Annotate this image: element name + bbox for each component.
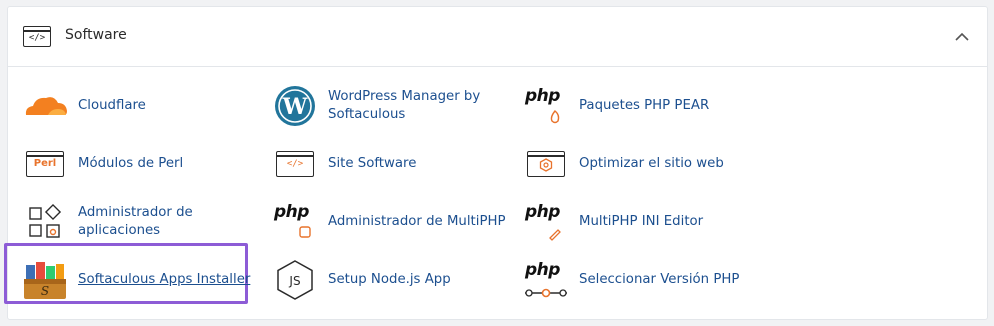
item-label[interactable]: Módulos de Perl: [78, 143, 258, 185]
item-label[interactable]: Administrador de MultiPHP: [328, 201, 508, 243]
svg-text:W: W: [282, 94, 308, 120]
cloudflare-icon: [25, 97, 67, 115]
item-label[interactable]: Optimizar el sitio web: [579, 143, 759, 185]
nodejs-icon: JS: [277, 260, 313, 300]
php-ini-icon: php: [521, 201, 571, 243]
section-header[interactable]: </> Software: [8, 7, 987, 67]
item-label[interactable]: Seleccionar Versión PHP: [579, 259, 759, 301]
item-label[interactable]: MultiPHP INI Editor: [579, 201, 759, 243]
optimize-icon: [521, 143, 571, 185]
item-label[interactable]: Cloudflare: [78, 85, 258, 127]
code-window-icon: </>: [23, 26, 51, 47]
site-software-icon: </>: [270, 143, 320, 185]
item-label[interactable]: Administrador de aplicaciones: [78, 201, 258, 243]
svg-text:S: S: [41, 284, 49, 298]
app-manager-icon: [29, 203, 62, 238]
php-pear-icon: php: [521, 85, 571, 127]
section-title: Software: [65, 27, 127, 43]
softaculous-icon: S: [24, 262, 66, 299]
php-version-icon: php: [521, 259, 571, 301]
perl-icon: Perl: [20, 143, 70, 185]
svg-text:JS: JS: [288, 274, 300, 288]
item-label[interactable]: Site Software: [328, 143, 508, 185]
php-icon: php: [270, 201, 320, 243]
item-label[interactable]: Softaculous Apps Installer: [78, 259, 258, 301]
item-label[interactable]: Paquetes PHP PEAR: [579, 85, 759, 127]
chevron-up-icon[interactable]: [952, 29, 972, 45]
wordpress-icon: W: [275, 86, 315, 126]
item-label[interactable]: Setup Node.js App: [328, 259, 508, 301]
item-label[interactable]: WordPress Manager by Softaculous: [328, 85, 493, 127]
